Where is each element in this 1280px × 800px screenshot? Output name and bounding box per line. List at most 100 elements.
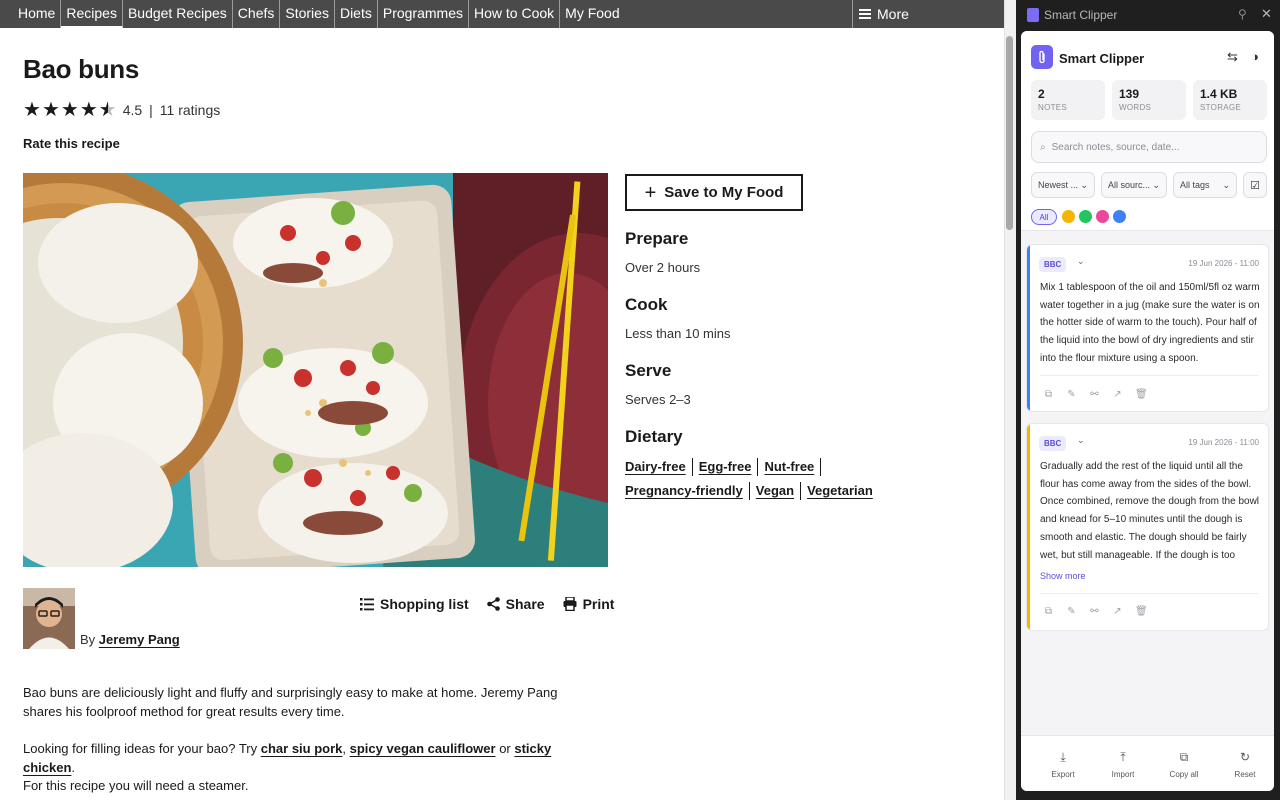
window-titlebar: Smart Clipper ⚲ ✕	[1016, 0, 1280, 31]
tags-select-value: All tags	[1180, 180, 1210, 190]
rating-count[interactable]: 11 ratings	[160, 102, 220, 118]
nav-my-food[interactable]: My Food	[560, 0, 624, 28]
stat-words: 139 WORDS	[1112, 80, 1186, 120]
filling-ideas-suffix: .	[71, 760, 76, 775]
dietary-tags-row-2: Pregnancy-friendly Vegan Vegetarian	[625, 482, 885, 500]
copy-icon[interactable]: ⧉	[1043, 606, 1054, 617]
filling-ideas-prefix: Looking for filling ideas for your bao? …	[23, 741, 261, 756]
color-filter-green[interactable]	[1079, 210, 1092, 223]
rating-summary: ★ ★ ★ ★ ★ 4.5 | 11 ratings	[23, 100, 220, 120]
cook-heading: Cook	[625, 295, 668, 314]
bookmark-icon	[1027, 8, 1039, 22]
nav-more-button[interactable]: More	[852, 0, 1004, 28]
open-external-icon[interactable]: ↗	[1112, 606, 1123, 617]
note-source-badge[interactable]: BBC	[1039, 257, 1067, 272]
export-button[interactable]: ⤓ Export	[1038, 750, 1088, 779]
diet-tag-egg-free[interactable]: Egg-free	[699, 458, 759, 476]
diet-tag-pregnancy-friendly[interactable]: Pregnancy-friendly	[625, 482, 750, 500]
note-card[interactable]: BBC ⌄ 19 Jun 2026 - 11:00 Mix 1 tablespo…	[1026, 244, 1269, 412]
close-icon[interactable]: ✕	[1261, 6, 1272, 22]
page-scrollbar-thumb[interactable]	[1006, 36, 1013, 230]
link-icon[interactable]: ⚯	[1089, 606, 1100, 617]
diet-tag-dairy-free[interactable]: Dairy-free	[625, 458, 693, 476]
share-button[interactable]: Share	[486, 596, 545, 612]
diet-tag-vegan[interactable]: Vegan	[756, 482, 802, 500]
edit-icon[interactable]: ✎	[1066, 389, 1077, 400]
settings-sliders-icon[interactable]: ⇆	[1227, 49, 1238, 65]
copy-all-label: Copy all	[1169, 770, 1199, 779]
recipe-description: Bao buns are deliciously light and fluff…	[23, 685, 558, 719]
diet-tag-nut-free[interactable]: Nut-free	[764, 458, 822, 476]
note-color-bar	[1027, 424, 1030, 630]
steamer-note: For this recipe you will need a steamer.	[23, 778, 249, 793]
bao-buns-photo	[23, 173, 608, 567]
trash-icon[interactable]: 🗑	[1135, 606, 1148, 617]
edit-icon[interactable]: ✎	[1066, 606, 1077, 617]
nav-stories[interactable]: Stories	[280, 0, 335, 28]
theme-toggle-icon[interactable]: ◑	[1251, 49, 1259, 64]
paperclip-icon	[1031, 45, 1053, 69]
trash-icon[interactable]: 🗑	[1135, 389, 1148, 400]
sort-select[interactable]: Newest ... ⌄	[1031, 172, 1095, 198]
author-byline: By Jeremy Pang	[80, 632, 180, 647]
clipper-header: Smart Clipper ⇆ ◑ 2 NOTES 139 WORDS 1.4 …	[1021, 31, 1274, 231]
nav-how-to-cook[interactable]: How to Cook	[469, 0, 561, 28]
pin-icon[interactable]: ⚲	[1238, 7, 1247, 21]
link-icon[interactable]: ⚯	[1089, 389, 1100, 400]
save-to-my-food-button[interactable]: + Save to My Food	[625, 174, 803, 211]
save-to-my-food-label: Save to My Food	[664, 184, 784, 201]
note-text: Mix 1 tablespoon of the oil and 150ml/5f…	[1040, 282, 1260, 364]
source-select[interactable]: All sourc... ⌄	[1101, 172, 1167, 198]
color-filter-yellow[interactable]	[1062, 210, 1075, 223]
dietary-heading: Dietary	[625, 427, 683, 446]
tags-select[interactable]: All tags ⌄	[1173, 172, 1237, 198]
note-source-badge[interactable]: BBC	[1039, 436, 1067, 451]
import-button[interactable]: ⤒ Import	[1098, 750, 1148, 779]
nav-programmes[interactable]: Programmes	[378, 0, 469, 28]
shopping-list-button[interactable]: Shopping list	[360, 596, 469, 612]
serve-value: Serves 2–3	[625, 392, 691, 407]
chevron-down-icon: ⌄	[1080, 179, 1088, 190]
spicy-vegan-cauliflower-link[interactable]: spicy vegan cauliflower	[350, 741, 496, 756]
sort-select-value: Newest ...	[1038, 180, 1079, 190]
filling-ideas-sep1: ,	[342, 741, 350, 756]
select-mode-button[interactable]: ☑	[1243, 172, 1267, 198]
color-filter-blue[interactable]	[1113, 210, 1126, 223]
import-label: Import	[1111, 770, 1135, 779]
list-icon	[360, 597, 374, 610]
reset-button[interactable]: ↻ Reset	[1220, 750, 1270, 779]
color-filter-pink[interactable]	[1096, 210, 1109, 223]
author-name-link[interactable]: Jeremy Pang	[99, 632, 180, 647]
nav-recipes[interactable]: Recipes	[61, 0, 123, 28]
nav-chefs[interactable]: Chefs	[233, 0, 281, 28]
shopping-list-label: Shopping list	[380, 596, 469, 612]
rating-stars: ★ ★ ★ ★ ★	[23, 100, 117, 120]
chevron-down-icon[interactable]: ⌄	[1077, 256, 1085, 267]
show-more-link[interactable]: Show more	[1040, 571, 1086, 581]
note-card[interactable]: BBC ⌄ 19 Jun 2026 - 11:00 Gradually add …	[1026, 423, 1269, 631]
nav-more-label: More	[877, 6, 909, 22]
filling-ideas-sep2: or	[495, 741, 515, 756]
star-icon: ★	[23, 99, 41, 121]
copy-all-button[interactable]: ⧉ Copy all	[1159, 750, 1209, 779]
nav-budget-recipes[interactable]: Budget Recipes	[123, 0, 233, 28]
copy-icon[interactable]: ⧉	[1043, 389, 1054, 400]
search-input[interactable]	[1051, 141, 1242, 153]
open-external-icon[interactable]: ↗	[1112, 389, 1123, 400]
search-box: ⌕	[1031, 131, 1267, 163]
color-filter-all[interactable]: All	[1031, 209, 1057, 225]
recipe-actions: Shopping list Share Print	[360, 596, 614, 612]
print-button[interactable]: Print	[563, 596, 614, 612]
nav-home[interactable]: Home	[0, 0, 62, 28]
printer-icon	[563, 597, 577, 611]
cook-value: Less than 10 mins	[625, 326, 731, 341]
note-actions: ⧉ ✎ ⚯ ↗ 🗑	[1043, 606, 1148, 617]
char-siu-pork-link[interactable]: char siu pork	[261, 741, 343, 756]
dietary-tags-row-1: Dairy-free Egg-free Nut-free	[625, 458, 827, 476]
star-icon: ★	[79, 99, 98, 121]
author-avatar[interactable]	[23, 588, 75, 649]
chevron-down-icon[interactable]: ⌄	[1077, 435, 1085, 446]
nav-diets[interactable]: Diets	[335, 0, 378, 28]
diet-tag-vegetarian[interactable]: Vegetarian	[807, 482, 879, 500]
rate-this-recipe-link[interactable]: Rate this recipe	[23, 136, 120, 151]
